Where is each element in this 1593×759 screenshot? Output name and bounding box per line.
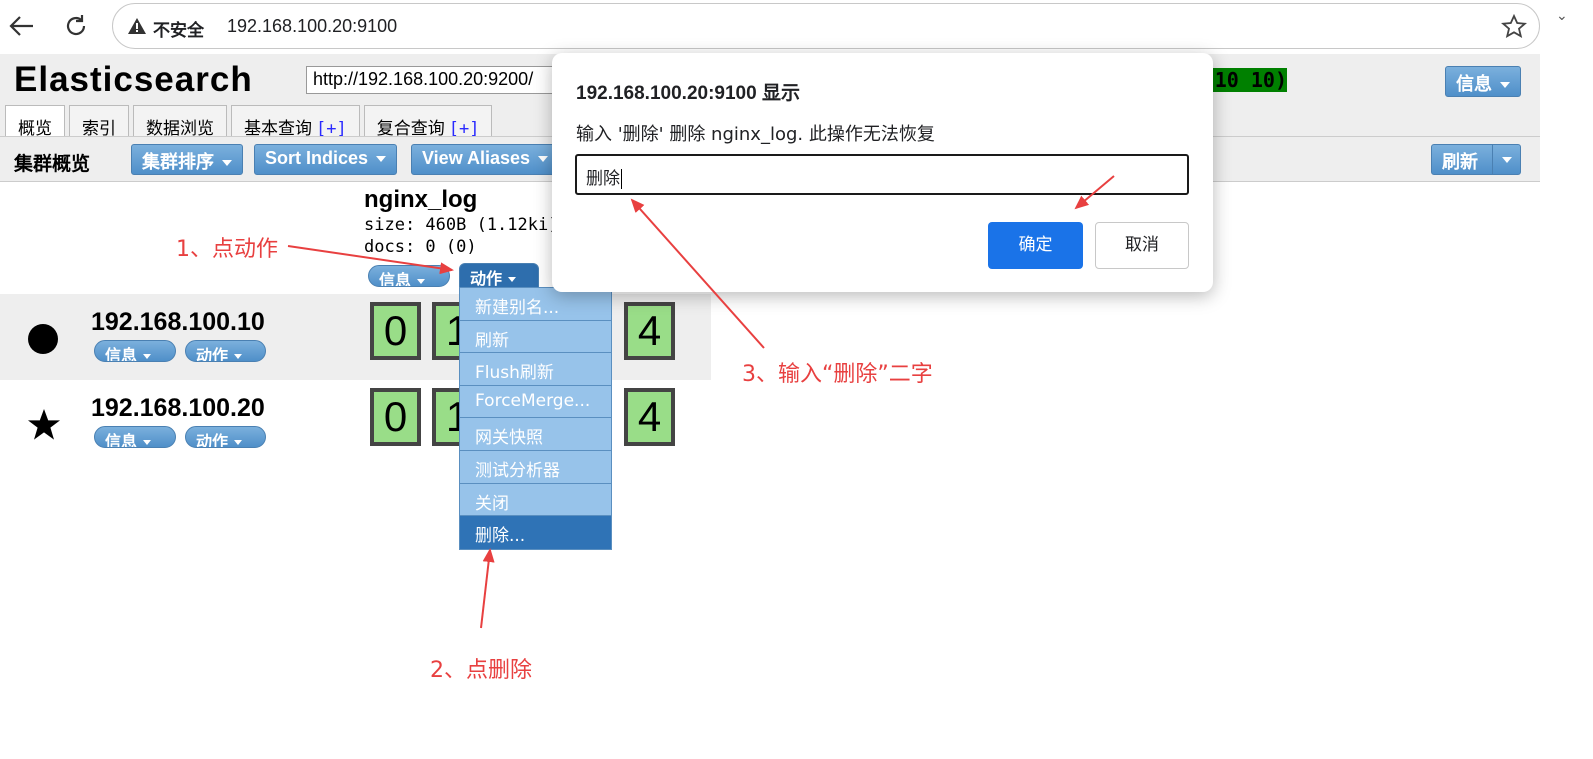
reload-button[interactable]: [58, 8, 94, 44]
refresh-options-button[interactable]: [1492, 144, 1521, 175]
tab-basic-query[interactable]: 基本查询 [+]: [231, 105, 360, 139]
caret-down-icon: [538, 156, 549, 163]
menu-item-new-alias[interactable]: 新建别名...: [460, 288, 611, 321]
app-title: Elasticsearch: [14, 60, 253, 99]
annotation-step2: 2、点删除: [430, 658, 532, 683]
prompt-dialog: 192.168.100.20:9100 显示 输入 '删除' 删除 nginx_…: [552, 53, 1213, 292]
caret-down-icon: [508, 277, 517, 282]
caret-down-icon: [1500, 82, 1510, 89]
cluster-sort-button[interactable]: 集群排序: [131, 144, 243, 175]
node-action-button[interactable]: 动作: [185, 426, 266, 448]
menu-item-refresh[interactable]: 刷新: [460, 321, 611, 354]
node-info-button[interactable]: 信息: [94, 426, 176, 448]
caret-down-icon: [417, 279, 426, 284]
caret-down-icon: [234, 354, 243, 359]
node-action-label: 动作: [196, 346, 229, 362]
star-icon[interactable]: [1501, 14, 1527, 40]
menu-item-delete[interactable]: 删除...: [460, 516, 611, 549]
master-node-dot-icon: [28, 324, 58, 354]
warning-icon: [128, 18, 146, 34]
shard-box[interactable]: 0: [370, 388, 421, 446]
index-size: size: 460B (1.12ki): [364, 215, 559, 235]
node-name: 192.168.100.20: [91, 394, 265, 422]
info-menu-label: 信息: [1456, 74, 1492, 94]
ok-button[interactable]: 确定: [988, 222, 1083, 269]
view-aliases-button[interactable]: View Aliases: [411, 144, 561, 175]
connect-url-input[interactable]: http://192.168.100.20:9200/: [306, 66, 556, 94]
overview-title: 集群概览: [14, 153, 91, 175]
screen: 不安全 192.168.100.20:9100 ⌄ Elasticsearch …: [0, 0, 1593, 759]
address-bar[interactable]: 不安全 192.168.100.20:9100: [112, 3, 1540, 49]
caret-down-icon: [143, 440, 152, 445]
url-text[interactable]: 192.168.100.20:9100: [227, 16, 397, 37]
index-header: nginx_log size: 460B (1.12ki) docs: 0 (0…: [364, 186, 558, 258]
annotation-step1: 1、点动作: [176, 237, 278, 262]
sort-indices-button[interactable]: Sort Indices: [254, 144, 398, 175]
menu-item-force-merge[interactable]: ForceMerge...: [460, 386, 611, 419]
caret-down-icon: [376, 156, 387, 163]
reload-icon: [66, 15, 86, 36]
text-cursor: [621, 169, 622, 189]
shard-box[interactable]: 4: [624, 302, 675, 360]
arrow-step2: [480, 548, 495, 629]
refresh-button[interactable]: 刷新: [1431, 144, 1493, 175]
index-info-label: 信息: [379, 271, 412, 287]
tab-browser[interactable]: 数据浏览: [133, 105, 227, 139]
sort-indices-label: Sort Indices: [265, 148, 369, 168]
node-star-icon: [28, 409, 60, 440]
tab-overview[interactable]: 概览: [5, 105, 65, 139]
dialog-title: 192.168.100.20:9100 显示: [576, 83, 800, 104]
menu-item-test-analyzer[interactable]: 测试分析器: [460, 451, 611, 484]
refresh-label: 刷新: [1442, 152, 1478, 172]
index-info-button[interactable]: 信息: [368, 265, 450, 287]
cluster-sort-label: 集群排序: [142, 152, 214, 172]
menu-item-snapshot[interactable]: 网关快照: [460, 418, 611, 451]
view-aliases-label: View Aliases: [422, 148, 531, 168]
security-label[interactable]: 不安全: [153, 16, 204, 41]
caret-down-icon: [143, 354, 152, 359]
menu-item-flush[interactable]: Flush刷新: [460, 353, 611, 386]
dialog-message: 输入 '删除' 删除 nginx_log. 此操作无法恢复: [576, 124, 935, 145]
node-info-button[interactable]: 信息: [94, 340, 176, 362]
node-action-button[interactable]: 动作: [185, 340, 266, 362]
tab-bar: 概览 索引 数据浏览 基本查询 [+] 复合查询 [+]: [5, 105, 493, 139]
shard-box[interactable]: 4: [624, 388, 675, 446]
tab-compound-query[interactable]: 复合查询 [+]: [363, 105, 493, 139]
dialog-input[interactable]: 删除: [575, 154, 1189, 195]
shard-box[interactable]: 0: [370, 302, 421, 360]
cluster-health-badge: (10 of 10): [1205, 68, 1287, 92]
browser-toolbar: 不安全 192.168.100.20:9100 ⌄: [0, 0, 1593, 54]
browser-edge-icon: ⌄: [1556, 8, 1568, 24]
back-button[interactable]: [4, 8, 40, 44]
index-action-label: 动作: [470, 269, 503, 288]
dialog-input-value: 删除: [586, 169, 620, 189]
node-info-label: 信息: [105, 346, 138, 362]
menu-item-close[interactable]: 关闭: [460, 484, 611, 517]
index-name: nginx_log: [364, 186, 478, 213]
cancel-button[interactable]: 取消: [1095, 222, 1189, 269]
caret-down-icon: [234, 440, 243, 445]
index-action-menu: 新建别名... 刷新 Flush刷新 ForceMerge... 网关快照 测试…: [459, 287, 612, 550]
tab-indices[interactable]: 索引: [69, 105, 129, 139]
annotation-step3: 3、输入“删除”二字: [742, 362, 933, 387]
back-arrow-icon: [9, 16, 33, 36]
node-action-label: 动作: [196, 432, 229, 448]
node-name: 192.168.100.10: [91, 308, 265, 336]
node-info-label: 信息: [105, 432, 138, 448]
info-menu-button[interactable]: 信息: [1445, 66, 1521, 97]
caret-down-icon: [222, 160, 232, 167]
index-action-button[interactable]: 动作: [459, 263, 539, 289]
index-docs: docs: 0 (0): [364, 237, 477, 257]
